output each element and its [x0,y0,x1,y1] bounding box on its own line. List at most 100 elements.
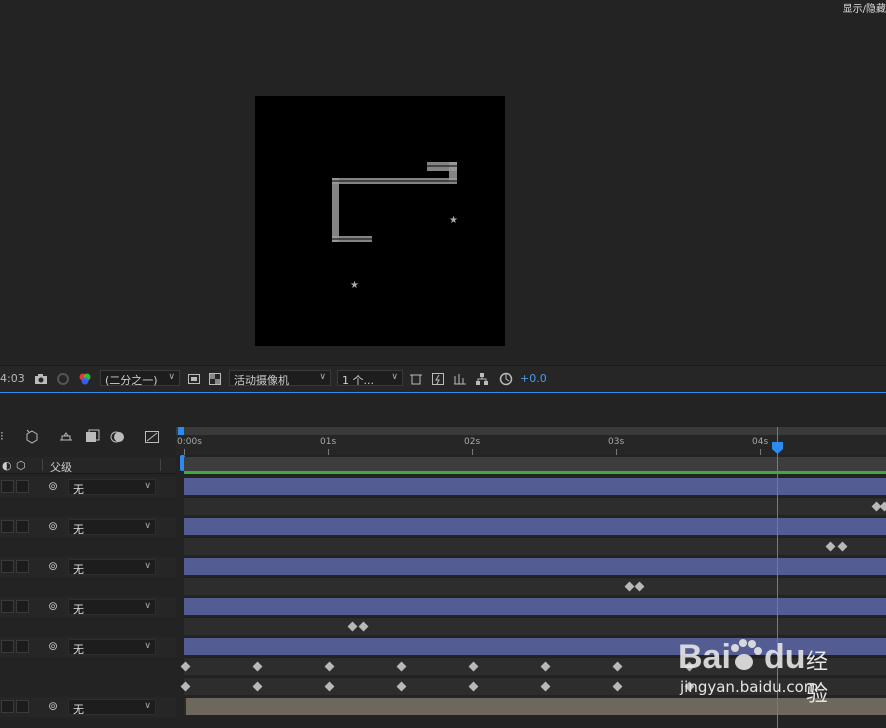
brand-cn: 经验 [806,650,829,707]
show-snapshot-icon[interactable] [56,371,70,385]
property-row-controls [0,677,176,697]
3d-switch[interactable] [16,600,29,613]
solo-switch[interactable] [1,560,14,573]
parent-dropdown[interactable]: 无 ∨ [68,559,156,576]
pick-whip-icon[interactable]: ⊚ [48,599,58,613]
draft-3d-icon[interactable] [24,429,40,449]
timecode[interactable]: 4:03 [0,372,25,385]
solo-switch-icon[interactable]: ◐ [2,459,12,472]
snake-grid [332,165,457,240]
solo-switch[interactable] [1,640,14,653]
resolution-dropdown[interactable]: (二分之一) ∨ [100,370,180,387]
render-cache-bar [184,471,886,474]
3d-switch[interactable] [16,520,29,533]
pick-whip-icon[interactable]: ⊚ [48,519,58,533]
snake-graphic: ★ ★ [332,162,458,291]
chevron-down-icon: ∨ [144,701,151,711]
layer-in-point[interactable] [184,698,186,715]
frame-blending-icon[interactable] [84,429,100,449]
3d-switch[interactable] [16,640,29,653]
3d-switch[interactable] [16,700,29,713]
column-divider [160,459,161,471]
ruler-label: 03s [608,437,625,447]
3d-layer-switch-icon[interactable]: ⬡ [16,459,26,472]
baidu-watermark: Bai du 经验 jingyan.baidu.com [678,628,838,708]
camera-view-dropdown[interactable]: 活动摄像机 ∨ [229,370,331,387]
property-row-controls [0,657,176,677]
parent-value: 无 [73,483,84,496]
menu-icon[interactable]: ⁝ [0,429,4,443]
solo-switch[interactable] [1,700,14,713]
shy-layers-icon[interactable] [58,429,74,449]
view-layout-dropdown[interactable]: 1 个... ∨ [337,370,403,387]
parent-value: 无 [73,523,84,536]
parent-value: 无 [73,703,84,716]
region-of-interest-icon[interactable] [187,371,201,385]
brand-url: jingyan.baidu.com [680,678,819,696]
ruler-tick [616,449,617,455]
transparency-grid-icon[interactable] [208,371,222,385]
layer-bar[interactable] [184,558,886,575]
3d-switch[interactable] [16,480,29,493]
3d-switch[interactable] [16,560,29,573]
solo-switch[interactable] [1,520,14,533]
camera-icon[interactable] [34,371,48,385]
parent-dropdown[interactable]: 无 ∨ [68,639,156,656]
star-icon: ★ [350,280,359,291]
chevron-down-icon: ∨ [144,521,151,531]
timeline-icon[interactable] [453,371,467,385]
pick-whip-icon[interactable]: ⊚ [48,479,58,493]
ruler-label: 04s [752,437,769,447]
camera-view-value: 活动摄像机 [234,374,289,387]
property-row-controls [0,537,176,557]
parent-value: 无 [73,603,84,616]
view-layout-value: 1 个... [342,374,374,387]
parent-dropdown[interactable]: 无 ∨ [68,519,156,536]
property-track[interactable] [184,577,886,595]
pick-whip-icon[interactable]: ⊚ [48,639,58,653]
parent-value: 无 [73,643,84,656]
parent-dropdown[interactable]: 无 ∨ [68,479,156,496]
ruler-label: 02s [464,437,481,447]
top-right-label: 显示/隐藏 [842,4,886,15]
parent-column-header[interactable]: 父级 [50,459,72,475]
motion-blur-icon[interactable] [110,429,126,449]
ruler-tick [328,449,329,455]
layer-bar[interactable] [184,478,886,495]
work-area-bar[interactable] [176,427,886,435]
fast-preview-icon[interactable] [431,371,445,385]
parent-dropdown[interactable]: 无 ∨ [68,599,156,616]
layer-header-track [184,457,886,471]
property-row-controls [0,577,176,597]
color-channels-icon[interactable] [78,371,92,385]
solo-switch[interactable] [1,480,14,493]
property-track[interactable] [184,497,886,515]
graph-editor-icon[interactable] [144,429,160,449]
exposure-value[interactable]: +0.0 [520,372,547,385]
pixel-aspect-icon[interactable] [409,371,423,385]
work-area-start-handle[interactable] [178,427,184,435]
ruler-label: 0:00s [177,437,202,447]
layer-header-row [0,457,176,474]
star-icon: ★ [449,215,458,226]
ruler-label: 01s [320,437,337,447]
brand-text2: du [764,638,806,676]
pick-whip-icon[interactable]: ⊚ [48,699,58,713]
layer-bar[interactable] [184,598,886,615]
layer-bar[interactable] [184,518,886,535]
chevron-down-icon: ∨ [144,601,151,611]
chevron-down-icon: ∨ [144,641,151,651]
reset-exposure-icon[interactable] [499,371,513,386]
pick-whip-icon[interactable]: ⊚ [48,559,58,573]
parent-value: 无 [73,563,84,576]
playhead-handle[interactable] [772,439,783,454]
ruler-tick [184,449,185,455]
property-row-controls [0,497,176,517]
property-track[interactable] [184,537,886,555]
parent-dropdown[interactable]: 无 ∨ [68,699,156,716]
column-divider [42,459,43,471]
flowchart-icon[interactable] [475,371,489,385]
solo-switch[interactable] [1,600,14,613]
composition-frame[interactable]: ★ ★ [255,96,505,346]
brand-text: Bai [678,638,731,676]
